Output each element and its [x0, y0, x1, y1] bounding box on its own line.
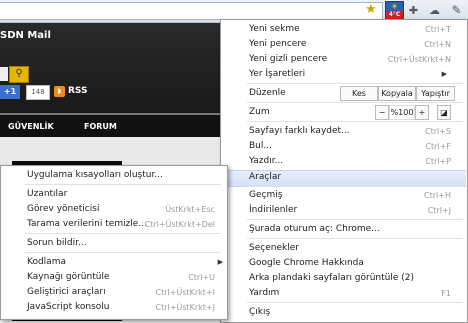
menu-item-encoding[interactable]: Kodlama ▶ [27, 255, 223, 270]
gplus-button[interactable]: +1 [0, 85, 20, 99]
menu-item-signin[interactable]: Şurada oturum aç: Chrome... [249, 222, 451, 237]
zoom-out-button[interactable]: − [375, 105, 389, 120]
puzzle-icon[interactable]: ✚ [406, 3, 421, 18]
search-input[interactable] [0, 67, 8, 81]
fullscreen-icon[interactable]: ◪ [437, 105, 451, 120]
menu-separator [247, 238, 463, 239]
rss-icon[interactable]: ◗ [54, 86, 65, 97]
menu-separator [247, 83, 463, 84]
menu-item-exit[interactable]: Çıkış [249, 305, 451, 320]
menu-item-print[interactable]: Yazdır... Ctrl+P [249, 154, 451, 169]
menu-item-extensions[interactable]: Uzantılar [27, 187, 215, 202]
menu-item-dev-tools[interactable]: Geliştirici araçları Ctrl+ÜstKrkt+I [27, 285, 215, 300]
menu-item-edit: Düzenle Kes Kopyala Yapıştır [249, 86, 465, 101]
menu-separator [25, 233, 221, 234]
menu-item-background-pages[interactable]: Arka plandaki sayfaları görüntüle (2) [249, 271, 451, 286]
menu-item-settings[interactable]: Seçenekler [249, 241, 451, 256]
menu-item-clear-data[interactable]: Tarama verilerini temizle... Ctrl+ÜstKrkt… [27, 217, 215, 232]
sun-icon: ☀ [390, 2, 399, 11]
menu-separator [247, 302, 463, 303]
submenu-arrow-icon: ▶ [217, 258, 223, 266]
submenu-arrow-icon: ▶ [441, 70, 447, 78]
menu-item-tools[interactable]: Araçlar▶ [249, 170, 465, 185]
menu-item-bookmarks[interactable]: Yer İşaretleri ▶ [249, 67, 451, 82]
wrench-icon[interactable]: ✎ [449, 3, 464, 18]
address-bar[interactable] [0, 2, 383, 20]
menu-item-new-window[interactable]: Yeni pencere Ctrl+N [249, 37, 451, 52]
menu-item-history[interactable]: Geçmiş Ctrl+H [249, 188, 451, 203]
menu-item-task-manager[interactable]: Görev yöneticisi ÜstKrkt+Esc [27, 202, 215, 217]
weather-temp: 4°C [386, 11, 403, 19]
tools-submenu: Uygulama kısayolları oluştur... Uzantıla… [0, 165, 228, 320]
menu-separator [247, 121, 463, 122]
menu-item-create-shortcuts[interactable]: Uygulama kısayolları oluştur... [27, 168, 215, 183]
menu-item-js-console[interactable]: JavaScript konsolu Ctrl+ÜstKrkt+J [27, 300, 215, 315]
menu-item-about[interactable]: Google Chrome Hakkında [249, 256, 451, 271]
nav-guvenlik[interactable]: GÜVENLİK [8, 122, 54, 131]
menu-item-save-page[interactable]: Sayfayı farklı kaydet... Ctrl+S [249, 124, 451, 139]
menu-item-zoom: Zum − %100 + ◪ [249, 105, 465, 120]
cloud-icon[interactable]: ☁ [427, 3, 442, 18]
menu-item-help[interactable]: Yardım F1 [249, 286, 451, 301]
menu-item-incognito[interactable]: Yeni gizli pencere Ctrl+ÜstKrkt+N [249, 52, 451, 67]
zoom-level: %100 [389, 105, 415, 120]
gplus-count: 148 [26, 85, 50, 100]
menu-separator [247, 102, 463, 103]
cut-button[interactable]: Kes [340, 86, 378, 101]
menu-item-report-issue[interactable]: Sorun bildir... [27, 236, 215, 251]
site-header: SDN Mail ⚲ +1 148 ◗ RSS GÜVENLİK FORUM [0, 23, 230, 137]
nav-forum[interactable]: FORUM [84, 122, 117, 131]
rss-link[interactable]: RSS [68, 85, 88, 98]
star-icon[interactable]: ★ [365, 3, 377, 17]
menu-separator [247, 219, 463, 220]
menu-separator [25, 184, 221, 185]
site-nav: GÜVENLİK FORUM [0, 113, 230, 137]
site-title: SDN Mail [0, 30, 51, 41]
paste-button[interactable]: Yapıştır [416, 86, 455, 101]
copy-button[interactable]: Kopyala [378, 86, 416, 101]
menu-item-new-tab[interactable]: Yeni sekme Ctrl+T [249, 22, 451, 37]
menu-item-downloads[interactable]: İndirilenler Ctrl+J [249, 203, 451, 218]
menu-item-view-source[interactable]: Kaynağı görüntüle Ctrl+U [27, 270, 215, 285]
chrome-main-menu: Yeni sekme Ctrl+T Yeni pencere Ctrl+N Yeni… [220, 19, 468, 323]
menu-separator [247, 186, 463, 187]
search-icon[interactable]: ⚲ [9, 66, 29, 83]
menu-item-find[interactable]: Bul... Ctrl+F [249, 139, 451, 154]
menu-separator [25, 252, 221, 253]
zoom-in-button[interactable]: + [415, 105, 429, 120]
